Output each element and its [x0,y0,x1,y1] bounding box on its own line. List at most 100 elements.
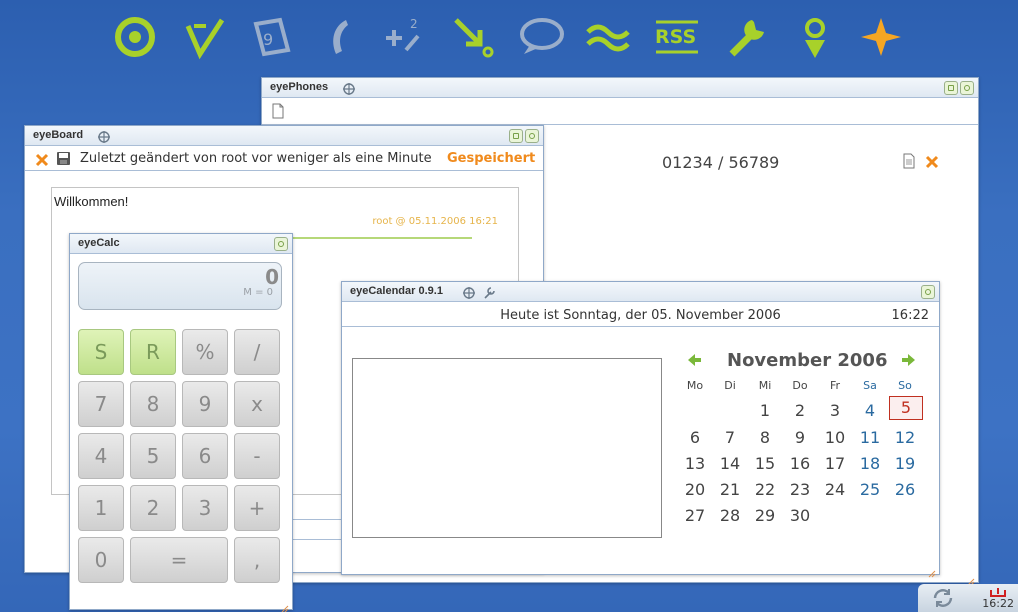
calendar-day[interactable]: 26 [889,480,921,499]
calendar-day[interactable]: 25 [854,480,886,499]
weekday-label: Do [792,379,808,392]
location-pin-icon[interactable] [790,12,840,62]
resize-handle[interactable] [967,571,975,586]
eyeboard-titlebar[interactable]: eyeBoard [25,126,543,146]
eye-icon[interactable] [110,12,160,62]
phone-icon[interactable] [314,12,364,62]
calculator-icon[interactable]: 2 [380,12,430,62]
calendar-day[interactable]: 27 [679,506,711,525]
wrench-icon[interactable] [482,285,496,299]
calc-key[interactable]: , [234,537,280,583]
calc-key[interactable]: 3 [182,485,228,531]
calc-key[interactable]: S [78,329,124,375]
calendar-day[interactable]: 29 [749,506,781,525]
move-icon[interactable] [97,129,111,143]
tray-clock: 16:22 [982,597,1014,610]
calc-key[interactable]: 8 [130,381,176,427]
move-icon[interactable] [342,81,356,95]
calc-key[interactable]: - [234,433,280,479]
calendar-day[interactable]: 4 [854,401,886,420]
calc-key[interactable]: 4 [78,433,124,479]
top-dock: 9 2 RSS [108,8,918,64]
close-button[interactable] [960,81,974,95]
calc-key[interactable]: 7 [78,381,124,427]
board-message-text: Willkommen! [54,194,129,209]
close-button[interactable] [921,285,935,299]
calc-key[interactable]: 0 [78,537,124,583]
calendar-day[interactable]: 28 [714,506,746,525]
calendar-day[interactable]: 21 [714,480,746,499]
document-icon[interactable] [903,153,917,169]
calendar-day[interactable]: 16 [784,454,816,473]
edit-check-icon[interactable] [180,12,230,62]
resize-handle[interactable] [281,598,289,612]
calc-key[interactable]: / [234,329,280,375]
calendar-notes-area[interactable] [352,358,662,538]
calendar-day-today[interactable]: 5 [889,396,923,420]
calendar-day[interactable]: 3 [819,401,851,420]
calendar-day[interactable]: 10 [819,428,851,447]
calendar-day[interactable]: 7 [714,428,746,447]
calendar-tag-icon[interactable]: 9 [246,12,296,62]
eyecalc-titlebar[interactable]: eyeCalc [70,234,292,254]
maximize-button[interactable] [509,129,523,143]
next-month-button[interactable] [900,352,916,368]
eyecalendar-titlebar[interactable]: eyeCalendar 0.9.1 [342,282,939,302]
calendar-day[interactable]: 17 [819,454,851,473]
eyephones-toolbar [262,99,978,125]
new-file-icon[interactable] [272,103,286,119]
save-icon[interactable] [56,151,71,166]
logout-icon[interactable] [988,584,1008,597]
plus-star-icon[interactable] [856,12,906,62]
calc-value: 0 [265,265,279,289]
calendar-day[interactable]: 1 [749,401,781,420]
move-icon[interactable] [462,285,476,299]
calendar-day[interactable]: 22 [749,480,781,499]
refresh-icon[interactable] [930,587,956,609]
delete-icon[interactable] [35,152,49,167]
close-button[interactable] [274,237,288,251]
calendar-day[interactable]: 15 [749,454,781,473]
board-message-meta: root @ 05.11.2006 16:21 [372,216,498,227]
calendar-day[interactable]: 30 [784,506,816,525]
calc-key[interactable]: 9 [182,381,228,427]
calendar-day[interactable]: 24 [819,480,851,499]
calc-key[interactable]: 6 [182,433,228,479]
delete-icon[interactable] [925,154,939,169]
calendar-day[interactable]: 19 [889,454,921,473]
wrench-icon[interactable] [722,12,772,62]
weekday-label: Mi [758,379,772,392]
calc-key[interactable]: = [130,537,228,583]
calendar-day[interactable]: 11 [854,428,886,447]
calc-key[interactable]: x [234,381,280,427]
wave-icon[interactable] [584,12,634,62]
window-title: eyeCalc [78,237,120,249]
calendar-day[interactable]: 12 [889,428,921,447]
rss-icon[interactable]: RSS [652,12,702,62]
clock-text: 16:22 [891,308,929,323]
calendar-day[interactable]: 2 [784,401,816,420]
calendar-day[interactable]: 8 [749,428,781,447]
calc-key[interactable]: + [234,485,280,531]
calendar-day[interactable]: 6 [679,428,711,447]
calc-key[interactable]: 2 [130,485,176,531]
eyephones-titlebar[interactable]: eyePhones [262,78,978,98]
download-icon[interactable] [448,12,498,62]
calc-key[interactable]: R [130,329,176,375]
calc-key[interactable]: 1 [78,485,124,531]
weekday-label: So [898,379,912,392]
eyecalendar-window: eyeCalendar 0.9.1 Heute ist Sonntag, der… [341,281,940,578]
calendar-day[interactable]: 18 [854,454,886,473]
calc-key[interactable]: % [182,329,228,375]
calendar-day[interactable]: 9 [784,428,816,447]
calendar-day[interactable]: 23 [784,480,816,499]
calendar-day[interactable]: 14 [714,454,746,473]
calendar-day[interactable]: 13 [679,454,711,473]
close-button[interactable] [525,129,539,143]
chat-bubble-icon[interactable] [516,12,566,62]
prev-month-button[interactable] [687,352,703,368]
maximize-button[interactable] [944,81,958,95]
calendar-day[interactable]: 20 [679,480,711,499]
calc-key[interactable]: 5 [130,433,176,479]
resize-handle[interactable] [928,563,936,578]
